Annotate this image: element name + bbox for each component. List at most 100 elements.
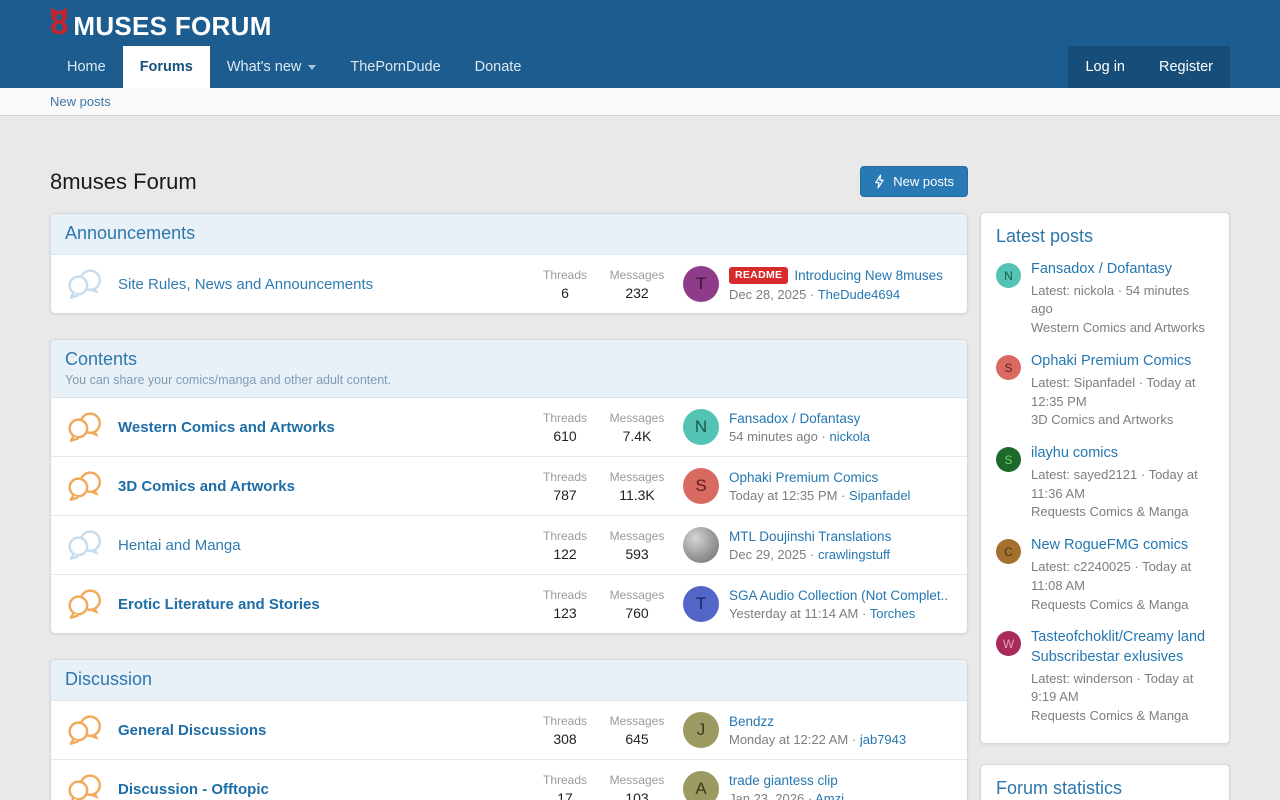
section-announcements: Announcements Site Rules, News and Annou…	[50, 213, 968, 314]
latest-user-link[interactable]: Torches	[870, 606, 916, 621]
latest-thread-link[interactable]: SGA Audio Collection (Not Complet...	[729, 588, 947, 603]
avatar[interactable]: S	[996, 447, 1021, 472]
avatar[interactable]: S	[996, 355, 1021, 380]
section-title[interactable]: Contents	[65, 349, 137, 369]
latest-meta: Today at 12:35 PM · Sipanfadel	[729, 488, 947, 503]
latest-meta: Dec 29, 2025 · crawlingstuff	[729, 547, 947, 562]
avatar[interactable]: C	[996, 539, 1021, 564]
latest-user-link[interactable]: nickola	[830, 429, 870, 444]
login-link[interactable]: Log in	[1068, 46, 1142, 88]
latest-post-meta: Latest: c2240025 · Today at 11:08 AM	[1031, 558, 1214, 596]
latest-post-link[interactable]: Fansadox / Dofantasy	[1031, 261, 1172, 277]
latest-thread-link[interactable]: MTL Doujinshi Translations	[729, 529, 891, 544]
forum-link[interactable]: Hentai and Manga	[118, 537, 241, 554]
latest-post-forum: Western Comics and Artworks	[1031, 319, 1214, 338]
list-item: S ilayhu comics Latest: sayed2121 · Toda…	[996, 444, 1214, 522]
new-posts-button[interactable]: New posts	[860, 166, 968, 197]
header: 8 MUSES FORUM	[0, 0, 1280, 46]
forum-link[interactable]: General Discussions	[118, 722, 266, 739]
avatar[interactable]: A	[683, 771, 719, 800]
forum-link[interactable]: Site Rules, News and Announcements	[118, 276, 373, 293]
section-title[interactable]: Discussion	[65, 669, 152, 689]
nav-home[interactable]: Home	[50, 46, 123, 88]
main-navigation: Home Forums What's new ThePornDude Donat…	[0, 46, 1280, 88]
avatar[interactable]: N	[683, 409, 719, 445]
forum-link[interactable]: Discussion - Offtopic	[118, 781, 269, 798]
latest-meta: 54 minutes ago · nickola	[729, 429, 947, 444]
forum-row: 3D Comics and Artworks Threads787 Messag…	[51, 456, 967, 515]
avatar[interactable]: J	[683, 712, 719, 748]
forum-link[interactable]: Western Comics and Artworks	[118, 419, 335, 436]
latest-post-link[interactable]: New RogueFMG comics	[1031, 537, 1188, 553]
latest-post-forum: 3D Comics and Artworks	[1031, 411, 1214, 430]
threads-stat: Threads122	[529, 529, 601, 562]
site-logo[interactable]: 8 MUSES FORUM	[50, 7, 272, 38]
logo-text: MUSES FORUM	[73, 13, 271, 39]
widget-title: Latest posts	[996, 226, 1214, 247]
nav-whats-new-label: What's new	[227, 59, 302, 75]
subnav-new-posts[interactable]: New posts	[50, 94, 111, 109]
forum-speech-bubbles-icon	[66, 470, 104, 502]
latest-user-link[interactable]: crawlingstuff	[818, 547, 890, 562]
messages-stat: Messages11.3K	[601, 470, 673, 503]
section-description: You can share your comics/manga and othe…	[65, 373, 953, 387]
section-title[interactable]: Announcements	[65, 223, 195, 243]
avatar[interactable]: N	[996, 263, 1021, 288]
latest-post-meta: Latest: Sipanfadel · Today at 12:35 PM	[1031, 374, 1214, 412]
nav-whats-new[interactable]: What's new	[210, 46, 334, 88]
nav-donate[interactable]: Donate	[458, 46, 539, 88]
threads-stat: Threads6	[529, 268, 601, 301]
avatar[interactable]: T	[683, 266, 719, 302]
latest-thread-link[interactable]: Introducing New 8muses ...	[794, 268, 947, 283]
auth-links: Log in Register	[1068, 46, 1230, 88]
avatar[interactable]: W	[996, 631, 1021, 656]
logo-eight-icon: 8	[50, 7, 68, 38]
forum-row: Discussion - Offtopic Threads17 Messages…	[51, 759, 967, 800]
messages-stat: Messages103	[601, 773, 673, 800]
list-item: S Ophaki Premium Comics Latest: Sipanfad…	[996, 352, 1214, 430]
page-title: 8muses Forum	[50, 169, 197, 195]
latest-post-meta: Latest: winderson · Today at 9:19 AM	[1031, 670, 1214, 708]
threads-stat: Threads610	[529, 411, 601, 444]
avatar[interactable]: T	[683, 586, 719, 622]
forum-speech-bubbles-icon	[66, 588, 104, 620]
forum-speech-bubbles-icon	[66, 411, 104, 443]
list-item: C New RogueFMG comics Latest: c2240025 ·…	[996, 536, 1214, 614]
latest-post-link[interactable]: ilayhu comics	[1031, 445, 1118, 461]
latest-meta: Jan 23, 2026 · Amzi	[729, 791, 947, 800]
latest-thread-link[interactable]: Fansadox / Dofantasy	[729, 411, 860, 426]
latest-post-meta: Latest: sayed2121 · Today at 11:36 AM	[1031, 466, 1214, 504]
latest-post-forum: Requests Comics & Manga	[1031, 503, 1214, 522]
lightning-bolt-icon	[874, 174, 885, 189]
latest-thread-link[interactable]: trade giantess clip	[729, 773, 838, 788]
latest-user-link[interactable]: jab7943	[860, 732, 906, 747]
latest-meta: Yesterday at 11:14 AM · Torches	[729, 606, 947, 621]
latest-user-link[interactable]: Sipanfadel	[849, 488, 910, 503]
list-item: W Tasteofchoklit/Creamy land Subscribest…	[996, 628, 1214, 726]
latest-meta: Dec 28, 2025 · TheDude4694	[729, 287, 947, 302]
latest-thread-link[interactable]: Bendzz	[729, 714, 774, 729]
latest-user-link[interactable]: TheDude4694	[818, 287, 900, 302]
nav-forums[interactable]: Forums	[123, 46, 210, 88]
nav-theporndude[interactable]: ThePornDude	[333, 46, 457, 88]
latest-post-forum: Requests Comics & Manga	[1031, 707, 1214, 726]
forum-link[interactable]: 3D Comics and Artworks	[118, 478, 295, 495]
readme-badge: README	[729, 267, 788, 284]
forum-speech-bubbles-icon	[66, 773, 104, 800]
latest-user-link[interactable]: Amzi	[815, 791, 844, 800]
messages-stat: Messages232	[601, 268, 673, 301]
latest-posts-widget: Latest posts N Fansadox / Dofantasy Late…	[980, 212, 1230, 744]
latest-post-link[interactable]: Tasteofchoklit/Creamy land Subscribestar…	[1031, 629, 1205, 665]
forum-row: Erotic Literature and Stories Threads123…	[51, 574, 967, 633]
latest-thread-link[interactable]: Ophaki Premium Comics	[729, 470, 878, 485]
avatar[interactable]	[683, 527, 719, 563]
messages-stat: Messages645	[601, 714, 673, 747]
register-link[interactable]: Register	[1142, 46, 1230, 88]
forum-link[interactable]: Erotic Literature and Stories	[118, 596, 320, 613]
avatar[interactable]: S	[683, 468, 719, 504]
list-item: N Fansadox / Dofantasy Latest: nickola ·…	[996, 260, 1214, 338]
latest-post-forum: Requests Comics & Manga	[1031, 596, 1214, 615]
latest-post-link[interactable]: Ophaki Premium Comics	[1031, 353, 1191, 369]
sub-navigation: New posts	[0, 88, 1280, 116]
threads-stat: Threads123	[529, 588, 601, 621]
